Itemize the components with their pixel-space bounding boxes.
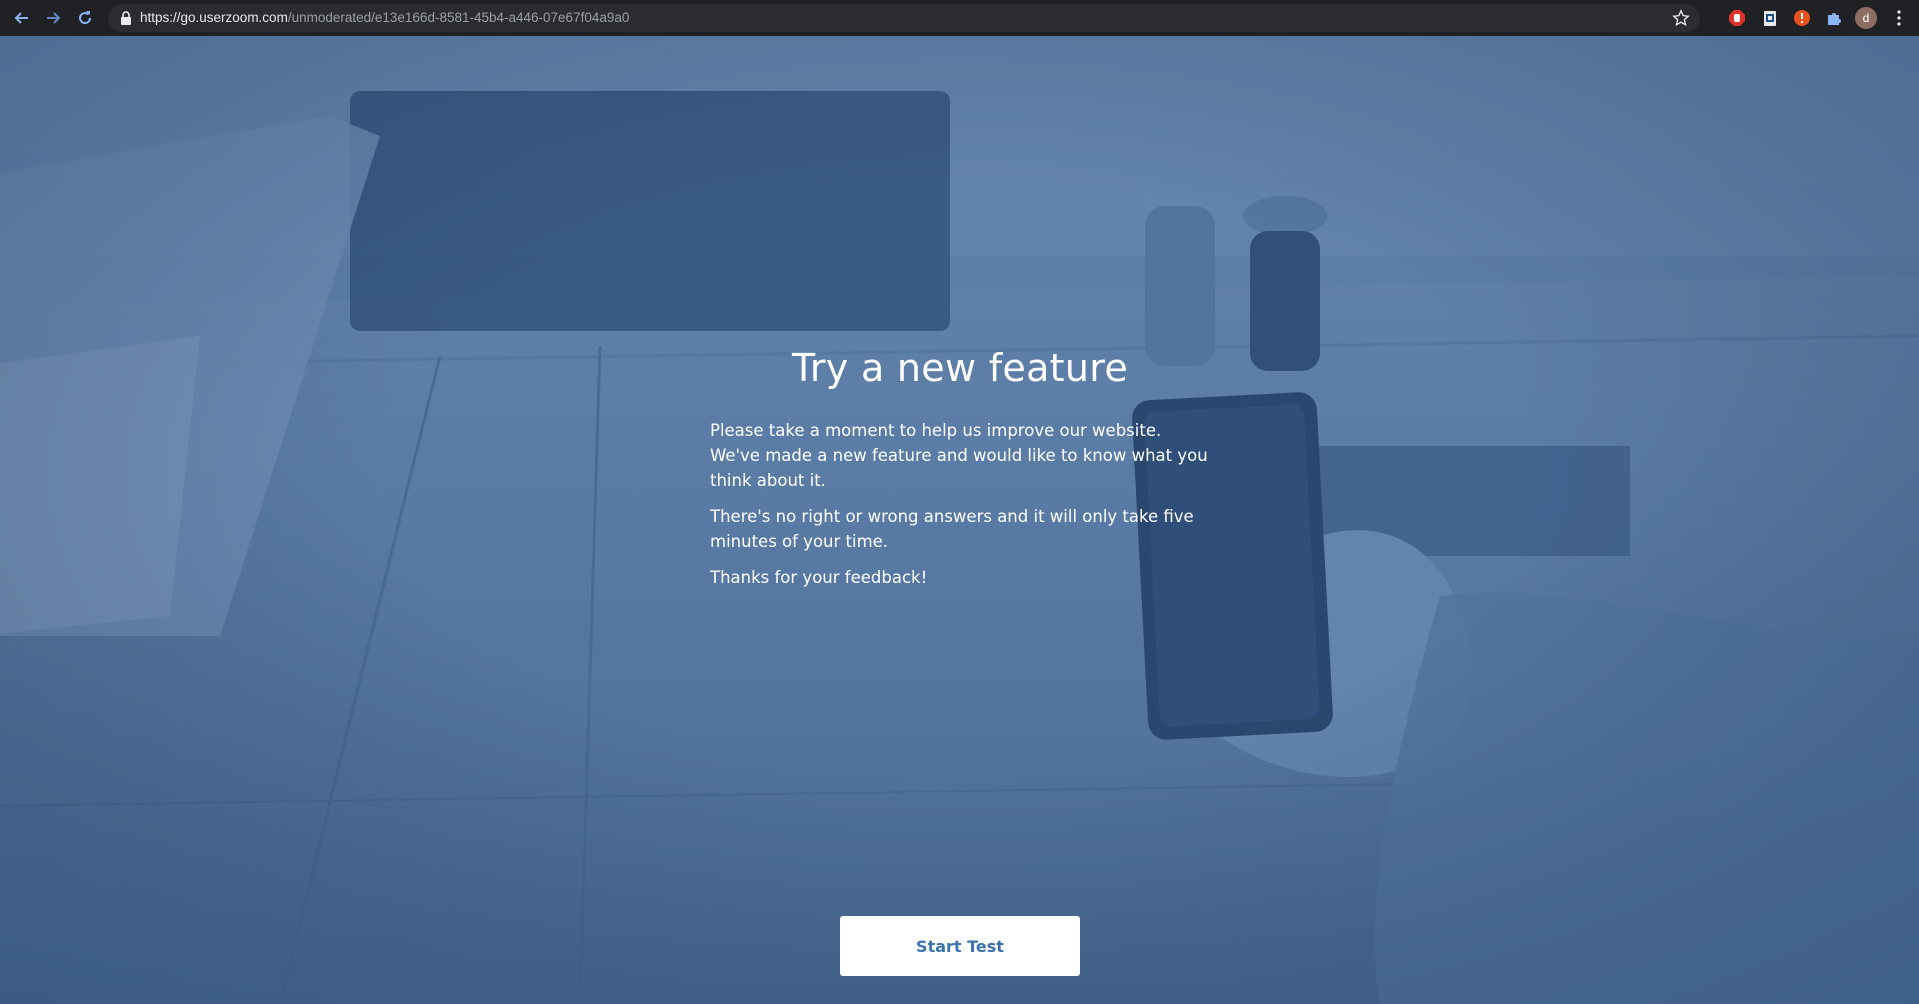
reload-icon xyxy=(79,11,92,25)
reload-button[interactable] xyxy=(73,6,97,30)
start-test-button[interactable]: Start Test xyxy=(840,916,1080,976)
intro-paragraph-1: Please take a moment to help us improve … xyxy=(710,421,1208,490)
intro-paragraph-2: There's no right or wrong answers and it… xyxy=(710,507,1194,551)
intro-paragraph-3: Thanks for your feedback! xyxy=(710,568,928,587)
page-content: Try a new feature Please take a moment t… xyxy=(0,36,1919,1004)
kebab-menu-icon[interactable] xyxy=(1890,8,1908,28)
alert-extension[interactable] xyxy=(1792,8,1812,28)
intro-panel: Try a new feature Please take a moment t… xyxy=(710,346,1210,601)
puzzle-icon xyxy=(1828,13,1841,25)
star-icon[interactable] xyxy=(1672,9,1690,27)
url-host: https://go.userzoom.com xyxy=(140,10,288,25)
profile-avatar[interactable]: d xyxy=(1855,7,1877,29)
adblock-extension[interactable] xyxy=(1727,8,1747,28)
adblock-icon xyxy=(1729,10,1745,26)
address-bar[interactable]: https://go.userzoom.com/unmoderated/e13e… xyxy=(108,4,1700,32)
page-title: Try a new feature xyxy=(791,346,1129,390)
lock-icon xyxy=(121,11,131,25)
url-path: /unmoderated/e13e166d-8581-45b4-a446-07e… xyxy=(287,10,630,25)
clipboard-extension[interactable] xyxy=(1760,8,1780,28)
forward-button[interactable] xyxy=(41,6,65,30)
extensions-button[interactable] xyxy=(1824,8,1844,28)
clipboard-extension-icon xyxy=(1764,11,1776,26)
url-text[interactable]: https://go.userzoom.com/unmoderated/e13e… xyxy=(140,4,629,32)
back-button[interactable] xyxy=(10,6,34,30)
back-icon xyxy=(14,12,28,24)
alert-extension-icon xyxy=(1794,10,1810,26)
forward-icon xyxy=(47,12,61,24)
browser-toolbar: https://go.userzoom.com/unmoderated/e13e… xyxy=(0,0,1919,36)
